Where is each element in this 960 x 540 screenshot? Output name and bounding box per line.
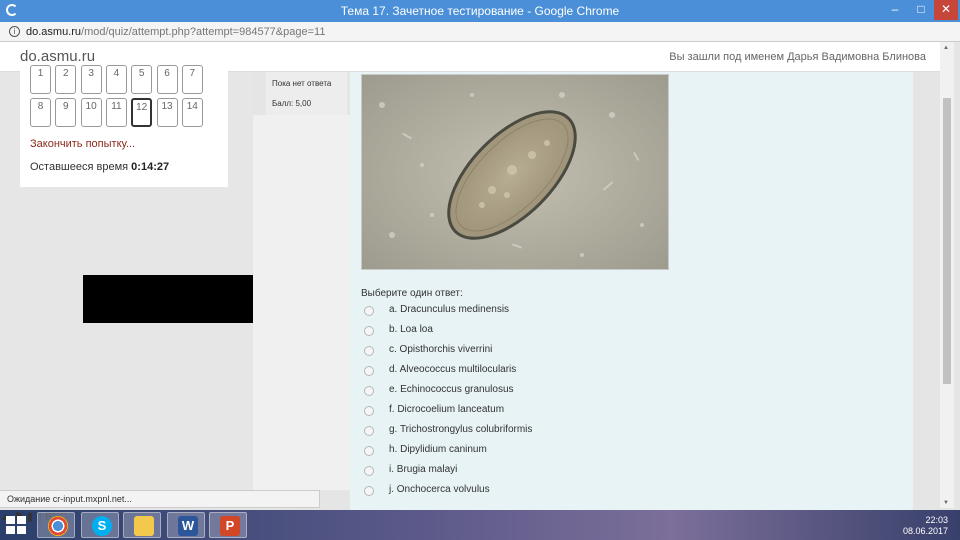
answer-radio[interactable] <box>364 366 374 376</box>
timer-label: Оставшееся время <box>30 161 129 173</box>
quiz-nav-button[interactable]: 7 <box>181 65 203 94</box>
windows-taskbar: S W P ▲ ⚑ ▮ ▯ РУС 22:03 08.06.2017 <box>0 510 960 540</box>
answer-label[interactable]: b. Loa loa <box>389 324 433 335</box>
logged-in-user: Вы зашли под именем Дарья Вадимовна Блин… <box>669 51 926 63</box>
chrome-icon <box>48 516 68 536</box>
address-bar[interactable]: i do.asmu.ru/mod/quiz/attempt.php?attemp… <box>0 22 960 42</box>
answer-option[interactable]: i. Brugia malayi <box>364 464 664 478</box>
answer-radio[interactable] <box>364 446 374 456</box>
answer-radio[interactable] <box>364 326 374 336</box>
scroll-up-icon[interactable]: ▲ <box>943 45 949 51</box>
word-icon: W <box>178 516 198 536</box>
quiz-nav-button[interactable]: 3 <box>80 65 102 94</box>
close-button[interactable]: ✕ <box>934 0 958 20</box>
minimize-button[interactable]: – <box>882 0 908 20</box>
info-icon[interactable]: i <box>9 26 20 37</box>
page-scrollbar[interactable]: ▲ ▼ <box>940 42 954 508</box>
answer-radio[interactable] <box>364 426 374 436</box>
answer-label[interactable]: f. Dicrocoelium lanceatum <box>389 404 504 415</box>
clock-time: 22:03 <box>925 515 948 525</box>
answer-label[interactable]: c. Opisthorchis viverrini <box>389 344 492 355</box>
quiz-nav-button[interactable]: 9 <box>55 98 77 127</box>
folder-icon <box>134 516 154 536</box>
answer-option[interactable]: f. Dicrocoelium lanceatum <box>364 404 664 418</box>
answer-option[interactable]: b. Loa loa <box>364 324 664 338</box>
quiz-nav-button[interactable]: 4 <box>105 65 127 94</box>
timer-value: 0:14:27 <box>131 161 170 173</box>
question-state: Пока нет ответа <box>272 79 332 88</box>
answer-label[interactable]: g. Trichostrongylus colubriformis <box>389 424 532 435</box>
taskbar-powerpoint[interactable]: P <box>209 512 247 538</box>
url-host: do.asmu.ru <box>26 26 82 38</box>
powerpoint-icon: P <box>220 516 240 536</box>
finish-attempt-link[interactable]: Закончить попытку... <box>30 138 135 150</box>
question-info: Пока нет ответа Балл: 5,00 <box>266 72 347 115</box>
url-path: /mod/quiz/attempt.php?attempt=984577&pag… <box>81 26 326 38</box>
answer-radio[interactable] <box>364 406 374 416</box>
answer-label[interactable]: i. Brugia malayi <box>389 464 457 475</box>
time-remaining: Оставшееся время 0:14:27 <box>30 161 169 173</box>
quiz-nav-button[interactable]: 14 <box>181 98 203 127</box>
answer-option[interactable]: h. Dipylidium caninum <box>364 444 664 458</box>
redaction-box <box>83 275 253 323</box>
taskbar-word[interactable]: W <box>167 512 205 538</box>
answer-option[interactable]: e. Echinococcus granulosus <box>364 384 664 398</box>
tray-clock[interactable]: 22:03 08.06.2017 <box>903 515 948 537</box>
quiz-nav-button[interactable]: 13 <box>156 98 178 127</box>
quiz-nav-button[interactable]: 11 <box>105 98 127 127</box>
maximize-button[interactable]: □ <box>908 0 934 20</box>
answer-label[interactable]: d. Alveococcus multilocularis <box>389 364 516 375</box>
quiz-nav-button[interactable]: 1 <box>30 65 51 94</box>
quiz-nav-button[interactable]: 10 <box>80 98 102 127</box>
answer-radio[interactable] <box>364 306 374 316</box>
question-grade: Балл: 5,00 <box>272 99 312 108</box>
answer-option[interactable]: d. Alveococcus multilocularis <box>364 364 664 378</box>
quiz-nav-button[interactable]: 2 <box>55 65 77 94</box>
status-bar: Ожидание cr-input.mxpnl.net... <box>0 490 320 508</box>
answer-radio[interactable] <box>364 386 374 396</box>
parasite-egg-image <box>361 74 669 270</box>
taskbar-explorer[interactable] <box>123 512 161 538</box>
answer-label[interactable]: j. Onchocerca volvulus <box>389 484 490 495</box>
answer-radio[interactable] <box>364 466 374 476</box>
taskbar-chrome[interactable] <box>37 512 75 538</box>
answer-label[interactable]: e. Echinococcus granulosus <box>389 384 514 395</box>
taskbar-skype[interactable]: S <box>81 512 119 538</box>
clock-date: 08.06.2017 <box>902 526 948 536</box>
scroll-down-icon[interactable]: ▼ <box>943 500 949 506</box>
answer-option[interactable]: g. Trichostrongylus colubriformis <box>364 424 664 438</box>
answer-radio[interactable] <box>364 346 374 356</box>
quiz-nav-button[interactable]: 6 <box>156 65 178 94</box>
answer-prompt: Выберите один ответ: <box>361 288 463 299</box>
scrollbar-thumb[interactable] <box>943 98 951 384</box>
windows-start-icon[interactable] <box>6 516 28 534</box>
quiz-nav-button[interactable]: 5 <box>131 65 153 94</box>
skype-icon: S <box>92 516 112 536</box>
url-text[interactable]: do.asmu.ru/mod/quiz/attempt.php?attempt=… <box>26 26 325 38</box>
browser-titlebar: Тема 17. Зачетное тестирование - Google … <box>0 0 960 22</box>
answer-label[interactable]: h. Dipylidium caninum <box>389 444 487 455</box>
answer-option[interactable]: j. Onchocerca volvulus <box>364 484 664 498</box>
window-title: Тема 17. Зачетное тестирование - Google … <box>340 4 620 18</box>
answer-radio[interactable] <box>364 486 374 496</box>
answer-option[interactable]: c. Opisthorchis viverrini <box>364 344 664 358</box>
quiz-nav-button[interactable]: 8 <box>30 98 51 127</box>
answer-option[interactable]: a. Dracunculus medinensis <box>364 304 664 318</box>
answer-label[interactable]: a. Dracunculus medinensis <box>389 304 509 315</box>
quiz-nav-button[interactable]: 12 <box>131 98 153 127</box>
info-column-bg <box>253 115 350 490</box>
